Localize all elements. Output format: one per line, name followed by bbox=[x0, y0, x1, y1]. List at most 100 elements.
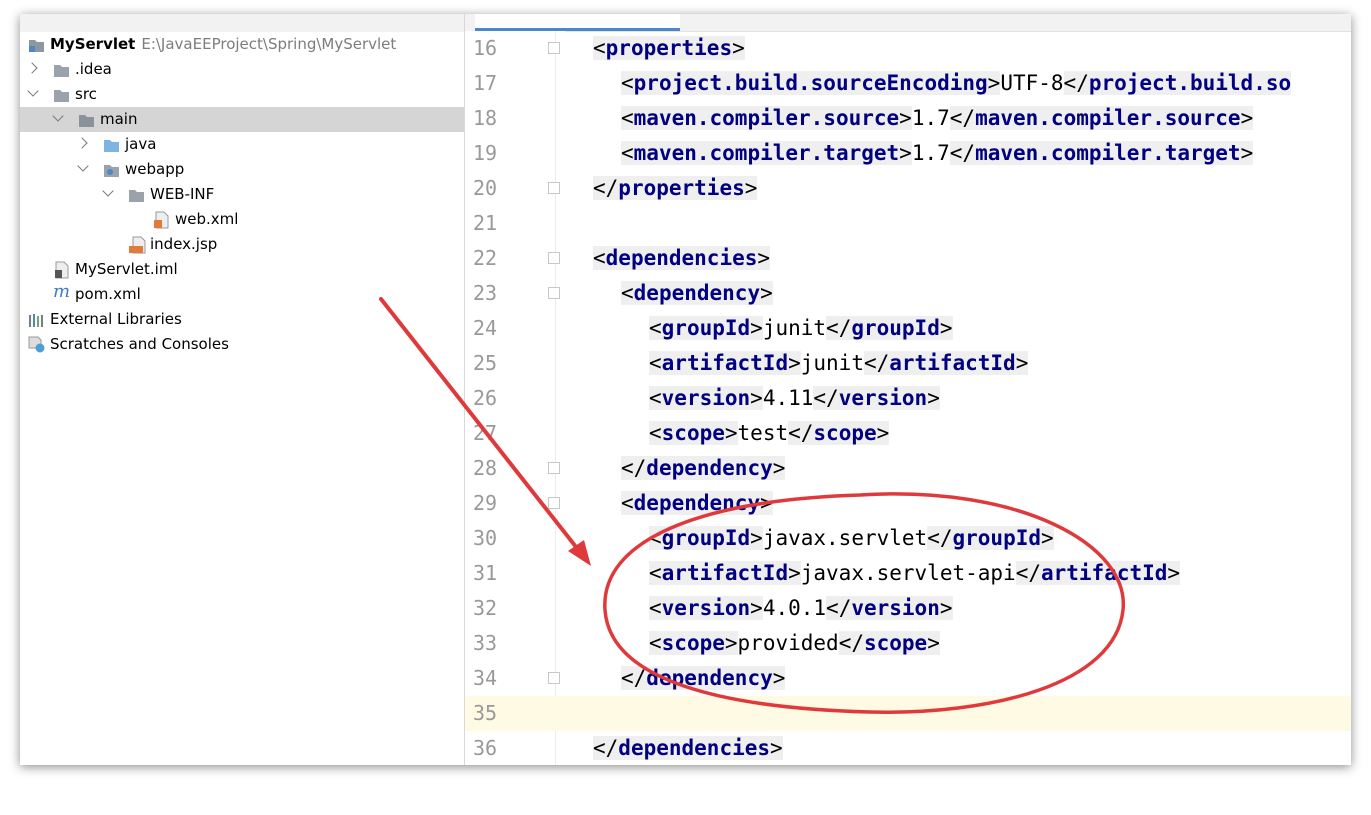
line-number: 29 bbox=[473, 491, 498, 515]
tag-name: dependencies bbox=[618, 736, 771, 760]
tree-item-label: MyServlet.iml bbox=[75, 260, 178, 278]
fold-icon[interactable] bbox=[548, 182, 560, 194]
code-line: 31 <artifactId>javax.servlet-api</artifac… bbox=[465, 556, 1351, 591]
tag-name: scope bbox=[661, 421, 725, 445]
tree-item-webapp[interactable]: webapp bbox=[20, 157, 464, 182]
tag-bracket: </ bbox=[813, 386, 839, 410]
closing-tag: </groupId> bbox=[927, 526, 1054, 550]
chevron-down-icon[interactable] bbox=[102, 185, 114, 197]
opening-tag: <properties> bbox=[593, 36, 745, 60]
tag-bracket: < bbox=[593, 36, 606, 60]
tag-bracket: > bbox=[770, 736, 783, 760]
tree-item-label: WEB-INF bbox=[150, 185, 215, 203]
tree-item-main[interactable]: main bbox=[20, 107, 464, 132]
tag-bracket: > bbox=[1041, 526, 1054, 550]
tag-bracket: </ bbox=[863, 351, 890, 375]
code-content: <dependencies> bbox=[593, 241, 771, 276]
libraries-icon bbox=[28, 311, 45, 327]
code-content: <scope>provided</scope> bbox=[649, 626, 940, 661]
tag-bracket: > bbox=[987, 71, 1001, 95]
fold-icon[interactable] bbox=[548, 497, 560, 509]
chevron-down-icon[interactable] bbox=[77, 160, 89, 172]
tree-item-idea[interactable]: .idea bbox=[20, 57, 464, 82]
web-folder-icon bbox=[103, 161, 120, 177]
code-content: <dependency> bbox=[621, 486, 773, 521]
opening-tag: <scope> bbox=[649, 421, 738, 445]
fold-icon[interactable] bbox=[548, 672, 560, 684]
fold-icon[interactable] bbox=[548, 42, 560, 54]
code-content: <groupId>javax.servlet</groupId> bbox=[649, 521, 1054, 556]
code-line: 22 <dependencies> bbox=[465, 241, 1351, 276]
code-line: 30 <groupId>javax.servlet</groupId> bbox=[465, 521, 1351, 556]
tag-name: artifactId bbox=[1040, 561, 1168, 585]
source-folder-icon bbox=[103, 136, 120, 152]
code-line: 16 <properties> bbox=[465, 31, 1351, 66]
maven-file-icon: m bbox=[53, 281, 71, 302]
code-content: <artifactId>javax.servlet-api</artifactI… bbox=[649, 556, 1181, 591]
closing-tag: </version> bbox=[826, 596, 953, 620]
module-folder-icon bbox=[28, 36, 45, 52]
tag-bracket: > bbox=[772, 666, 786, 690]
tree-item-label: Scratches and Consoles bbox=[50, 335, 229, 353]
element-value: 4.0.1 bbox=[762, 596, 827, 620]
folder-icon bbox=[53, 86, 70, 102]
closing-tag: </artifactId> bbox=[863, 351, 1029, 375]
tag-name: groupId bbox=[952, 526, 1042, 550]
tag-name: scope bbox=[661, 631, 725, 655]
tag-name: artifactId bbox=[889, 351, 1016, 375]
code-content: <project.build.sourceEncoding>UTF-8</pro… bbox=[621, 66, 1292, 101]
fold-icon[interactable] bbox=[548, 287, 560, 299]
tree-item-pom[interactable]: m pom.xml bbox=[20, 282, 464, 307]
tab-pom-xml[interactable] bbox=[475, 14, 680, 31]
tag-bracket: < bbox=[649, 316, 662, 340]
xml-file-icon bbox=[153, 211, 170, 229]
tag-name: dependencies bbox=[605, 246, 758, 270]
tree-item-web-inf[interactable]: WEB-INF bbox=[20, 182, 464, 207]
fold-icon[interactable] bbox=[548, 462, 560, 474]
tree-item-external-libraries[interactable]: External Libraries bbox=[20, 307, 464, 332]
tag-name: project.build.sourceEncoding bbox=[633, 71, 988, 95]
tag-name: version bbox=[838, 386, 928, 410]
chevron-down-icon[interactable] bbox=[52, 110, 64, 122]
fold-icon[interactable] bbox=[548, 252, 560, 264]
chevron-right-icon[interactable] bbox=[26, 62, 38, 74]
tag-bracket: > bbox=[927, 386, 940, 410]
code-content: <dependency> bbox=[621, 276, 773, 311]
tree-item-src[interactable]: src bbox=[20, 82, 464, 107]
tree-item-label: External Libraries bbox=[50, 310, 182, 328]
tag-bracket: > bbox=[772, 456, 786, 480]
opening-tag: <dependencies> bbox=[593, 246, 771, 270]
code-editor[interactable]: 16 <properties> 17 <project.build.sourceEnc… bbox=[465, 14, 1351, 765]
tag-bracket: > bbox=[1240, 141, 1254, 165]
opening-tag: <artifactId> bbox=[649, 561, 801, 585]
tag-name: maven.compiler.source bbox=[633, 106, 900, 130]
closing-tag: </maven.compiler.source> bbox=[949, 106, 1254, 130]
line-number: 31 bbox=[473, 561, 498, 585]
tag-bracket: </ bbox=[826, 316, 852, 340]
tag-bracket: </ bbox=[826, 596, 852, 620]
tree-item-java[interactable]: java bbox=[20, 132, 464, 157]
tree-item-scratches[interactable]: Scratches and Consoles bbox=[20, 332, 464, 357]
tag-bracket: < bbox=[621, 71, 634, 95]
code-line: 23 <dependency> bbox=[465, 276, 1351, 311]
code-content: </dependency> bbox=[621, 451, 786, 486]
tag-bracket: > bbox=[732, 36, 745, 60]
closing-tag: </properties> bbox=[593, 176, 758, 200]
closing-tag: </groupId> bbox=[826, 316, 953, 340]
tag-bracket: > bbox=[788, 561, 801, 585]
tag-bracket: </ bbox=[621, 666, 647, 690]
tree-item-iml[interactable]: MyServlet.iml bbox=[20, 257, 464, 282]
tag-bracket: > bbox=[757, 246, 771, 270]
closing-tag: </dependency> bbox=[621, 456, 786, 480]
tree-item-web-xml[interactable]: web.xml bbox=[20, 207, 464, 232]
chevron-down-icon[interactable] bbox=[27, 85, 39, 97]
opening-tag: <artifactId> bbox=[649, 351, 801, 375]
tag-bracket: < bbox=[649, 386, 662, 410]
tree-root[interactable]: MyServlet E:\JavaEEProject\Spring\MyServl… bbox=[20, 32, 464, 57]
line-number: 35 bbox=[473, 701, 498, 725]
tree-item-index-jsp[interactable]: index.jsp bbox=[20, 232, 464, 257]
tag-name: version bbox=[661, 596, 751, 620]
tag-bracket: < bbox=[649, 596, 662, 620]
tag-bracket: </ bbox=[1063, 71, 1089, 95]
chevron-right-icon[interactable] bbox=[76, 137, 88, 149]
